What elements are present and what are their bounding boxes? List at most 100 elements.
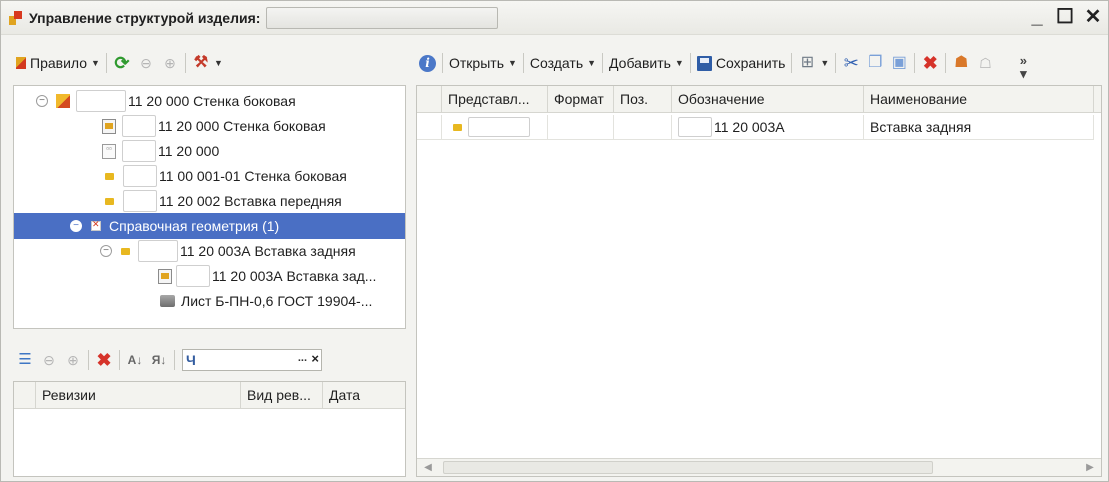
refresh-icon: ⟳ — [114, 53, 130, 73]
column-header[interactable]: Обозначение — [672, 86, 864, 112]
info-icon: i — [419, 54, 436, 72]
copy-button[interactable]: ❐ — [863, 50, 887, 76]
filter-clear-button[interactable]: × — [311, 351, 319, 366]
position-cell[interactable] — [614, 115, 672, 139]
add-dropdown[interactable]: Добавить ▼ — [606, 50, 687, 76]
users-icon: ☗ — [954, 54, 969, 71]
scroll-left-icon[interactable]: ◀ — [419, 461, 437, 475]
tree-item-label: Лист Б-ПН-0,6 ГОСТ 19904-... — [181, 293, 373, 309]
save-disk-icon — [696, 55, 712, 71]
collapse-icon[interactable]: − — [36, 95, 48, 107]
tree-item[interactable]: − 11 20 003А Вставка задняя — [100, 238, 356, 264]
column-header[interactable]: Ревизии — [36, 382, 241, 408]
expand-button[interactable]: ⊕ — [158, 50, 182, 76]
zoom-in-icon: ⊕ — [67, 352, 79, 368]
open-label: Открыть — [449, 55, 504, 71]
collapse-icon[interactable]: − — [70, 220, 82, 232]
tree-item[interactable]: ▫▫ 11 20 000 — [102, 138, 219, 164]
tree-item-label: 11 00 001-01 Стенка боковая — [159, 168, 347, 184]
toolbar-divider — [442, 53, 443, 73]
tree-item[interactable]: − 11 20 000 Стенка боковая — [36, 88, 296, 114]
create-dropdown[interactable]: Создать ▼ — [527, 50, 599, 76]
part-icon — [121, 247, 130, 255]
tree-item-label: 11 20 000 Стенка боковая — [158, 118, 326, 134]
document-icon — [102, 118, 116, 134]
save-label: Сохранить — [715, 55, 786, 71]
hidden-field — [678, 117, 712, 137]
scroll-thumb[interactable] — [443, 461, 933, 474]
list-button[interactable]: ☰ — [13, 347, 37, 373]
name-cell[interactable]: Вставка задняя — [864, 115, 1094, 139]
tree-item[interactable]: 11 00 001-01 Стенка боковая — [105, 163, 347, 189]
scroll-right-icon[interactable]: ▶ — [1081, 461, 1099, 475]
table-row[interactable]: 11 20 003А Вставка задняя — [417, 115, 1094, 140]
delete-revision-button[interactable]: ✖ — [92, 347, 116, 373]
drawing-icon: ▫▫ — [102, 143, 116, 159]
sort-desc-button[interactable]: Я↓ — [147, 347, 171, 373]
tools-dropdown[interactable]: ⚒ ▼ — [189, 50, 226, 76]
tree-item[interactable]: 11 20 000 Стенка боковая — [102, 113, 326, 139]
more-button[interactable]: » ▾ — [1011, 50, 1035, 81]
composition-grid[interactable]: Представл... Формат Поз. Обозначение Наи… — [416, 85, 1102, 477]
column-header[interactable]: Наименование — [864, 86, 1094, 112]
revisions-table[interactable]: Ревизии Вид рев... Дата — [13, 381, 406, 477]
column-header[interactable]: Поз. — [614, 86, 672, 112]
format-cell[interactable] — [548, 115, 614, 139]
collapse-button[interactable]: ⊖ — [37, 347, 61, 373]
representation-cell[interactable] — [442, 115, 548, 139]
toolbar-divider — [602, 53, 604, 73]
zoom-out-icon: ⊖ — [140, 55, 152, 71]
column-header[interactable]: Вид рев... — [241, 382, 323, 408]
delete-button[interactable]: ✖ — [918, 50, 942, 76]
designation-cell[interactable]: 11 20 003А — [672, 115, 864, 139]
reference-geometry-icon — [91, 219, 101, 231]
structure-dropdown[interactable]: ⊞ ▼ — [795, 50, 832, 76]
sort-descending-icon: Я↓ — [151, 353, 167, 367]
refresh-button[interactable]: ⟳ — [110, 50, 134, 76]
more-chevron-icon: » ▾ — [1019, 53, 1027, 81]
collapse-icon[interactable]: − — [100, 245, 112, 257]
row-marker-column — [417, 86, 442, 112]
toolbar-divider — [914, 53, 916, 73]
minimize-button[interactable]: _ — [1026, 6, 1048, 28]
filter-select-button[interactable]: ... — [298, 352, 307, 364]
horizontal-scrollbar[interactable]: ◀ ▶ — [417, 458, 1101, 476]
hidden-field — [468, 117, 530, 137]
paste-button[interactable]: ▣ — [887, 50, 911, 76]
part-icon — [105, 172, 114, 180]
hidden-field — [138, 240, 178, 262]
rule-dropdown[interactable]: Правило ▼ — [13, 50, 103, 76]
close-button[interactable]: ✕ — [1082, 6, 1104, 28]
save-button[interactable]: Сохранить — [694, 50, 789, 76]
column-header[interactable]: Дата — [323, 382, 405, 408]
cut-icon: ✂ — [843, 53, 859, 73]
title-bar: Управление структурой изделия: _ ☐ ✕ — [1, 1, 1108, 35]
toolbar-divider — [174, 350, 175, 370]
user-key-button[interactable]: ☖ — [973, 50, 997, 76]
open-dropdown[interactable]: Открыть ▼ — [446, 50, 520, 76]
info-button[interactable]: i — [416, 50, 439, 76]
expand-button[interactable]: ⊕ — [61, 347, 85, 373]
sort-asc-button[interactable]: A↓ — [123, 347, 147, 373]
toolbar-divider — [184, 53, 186, 73]
users-button[interactable]: ☗ — [949, 50, 973, 76]
part-icon — [105, 197, 114, 205]
maximize-button[interactable]: ☐ — [1054, 6, 1076, 28]
tree-item[interactable]: 11 20 002 Вставка передняя — [105, 188, 342, 214]
add-label: Добавить — [609, 55, 671, 71]
column-header[interactable]: Формат — [548, 86, 614, 112]
hidden-field — [123, 190, 157, 212]
tree-item-label: 11 20 000 Стенка боковая — [128, 93, 296, 109]
row-marker — [417, 115, 442, 139]
structure-tree[interactable]: − 11 20 000 Стенка боковая 11 20 000 Сте… — [13, 85, 406, 329]
tree-item[interactable]: 11 20 003А Вставка зад... — [158, 263, 376, 289]
collapse-button[interactable]: ⊖ — [134, 50, 158, 76]
column-header[interactable]: К — [1094, 86, 1101, 112]
title-product-field — [266, 6, 499, 29]
cut-button[interactable]: ✂ — [839, 50, 863, 76]
tree-item-selected[interactable]: − Справочная геометрия (1) — [14, 213, 405, 239]
filter-field[interactable]: Ч ... × — [182, 349, 322, 371]
tools-icon: ⚒ — [193, 54, 209, 71]
column-header[interactable]: Представл... — [442, 86, 548, 112]
tree-item[interactable]: Лист Б-ПН-0,6 ГОСТ 19904-... — [160, 288, 372, 314]
